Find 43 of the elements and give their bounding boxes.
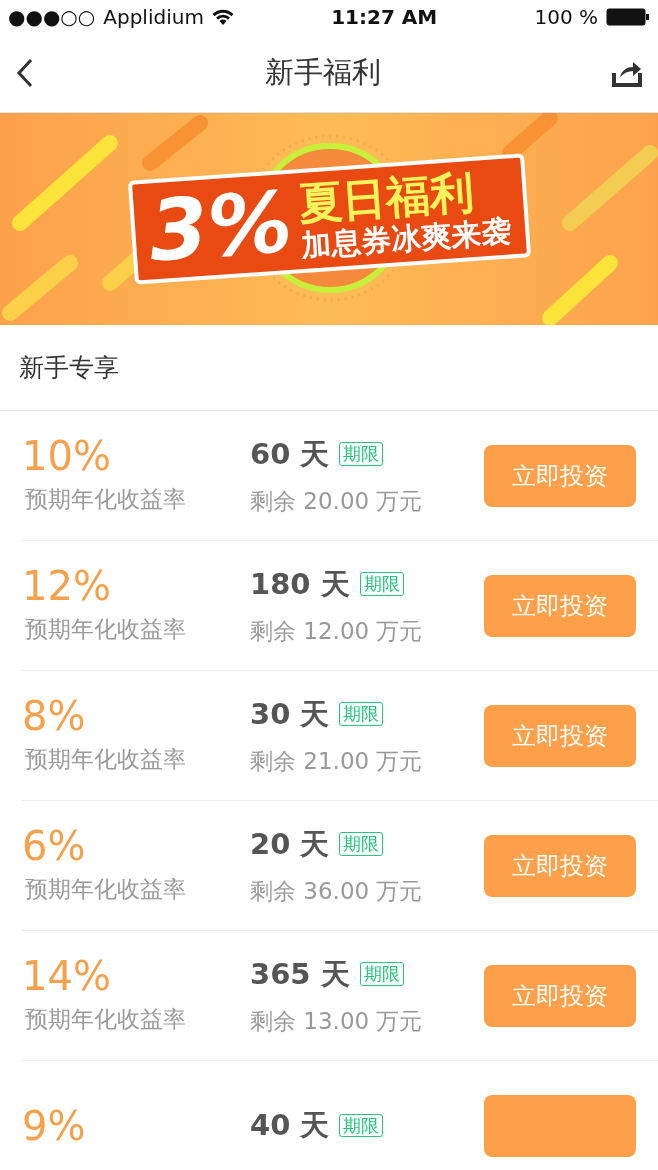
term-days: 20 天 <box>250 822 330 866</box>
term-days: 40 天 <box>250 1103 330 1148</box>
section-title: 新手专享 <box>19 351 119 384</box>
yield-label: 预期年化收益率 <box>24 745 187 775</box>
term-tag: 期限 <box>339 442 384 467</box>
wifi-icon <box>211 8 234 25</box>
back-icon[interactable] <box>16 57 34 88</box>
yield-rate: 6% <box>22 824 87 869</box>
battery-icon <box>606 7 650 26</box>
term-tag: 期限 <box>339 832 384 857</box>
yield-label: 预期年化收益率 <box>24 875 187 905</box>
term-days: 180 天 <box>250 562 350 606</box>
yield-rate: 9% <box>22 1103 87 1148</box>
signal-indicator: ●●●○○ <box>8 3 96 31</box>
term-tag: 期限 <box>359 962 404 987</box>
invest-button[interactable]: 立即投资 <box>484 444 636 507</box>
remaining-amount: 剩余 13.00 万元 <box>250 1007 424 1036</box>
yield-label: 预期年化收益率 <box>24 615 187 645</box>
promo-rate: 3% <box>146 179 295 274</box>
remaining-amount: 剩余 20.00 万元 <box>250 487 424 516</box>
yield-rate: 14% <box>22 954 112 999</box>
yield-label: 预期年化收益率 <box>24 485 187 515</box>
remaining-amount: 剩余 36.00 万元 <box>250 877 424 906</box>
yield-rate: 12% <box>22 564 112 609</box>
remaining-amount: 剩余 21.00 万元 <box>250 747 424 776</box>
invest-button[interactable]: 立即投资 <box>484 574 636 637</box>
clock: 11:27 AM <box>331 3 438 31</box>
invest-button[interactable]: 立即投资 <box>484 704 636 767</box>
term-tag: 期限 <box>339 1113 384 1138</box>
yield-rate: 8% <box>22 694 87 739</box>
battery-level: 100 % <box>534 3 598 31</box>
term-days: 30 天 <box>250 692 330 736</box>
remaining-amount: 剩余 12.00 万元 <box>250 617 424 646</box>
invest-button[interactable]: 立即投资 <box>484 964 636 1027</box>
carrier-name: Applidium <box>103 3 204 31</box>
invest-button[interactable]: 立即投资 <box>484 834 636 897</box>
yield-label: 预期年化收益率 <box>24 1005 187 1035</box>
term-tag: 期限 <box>359 572 404 597</box>
term-tag: 期限 <box>339 702 384 727</box>
term-days: 60 天 <box>250 432 330 476</box>
yield-rate: 10% <box>22 434 112 479</box>
page-title: 新手福利 <box>265 55 381 90</box>
term-days: 365 天 <box>250 952 350 996</box>
